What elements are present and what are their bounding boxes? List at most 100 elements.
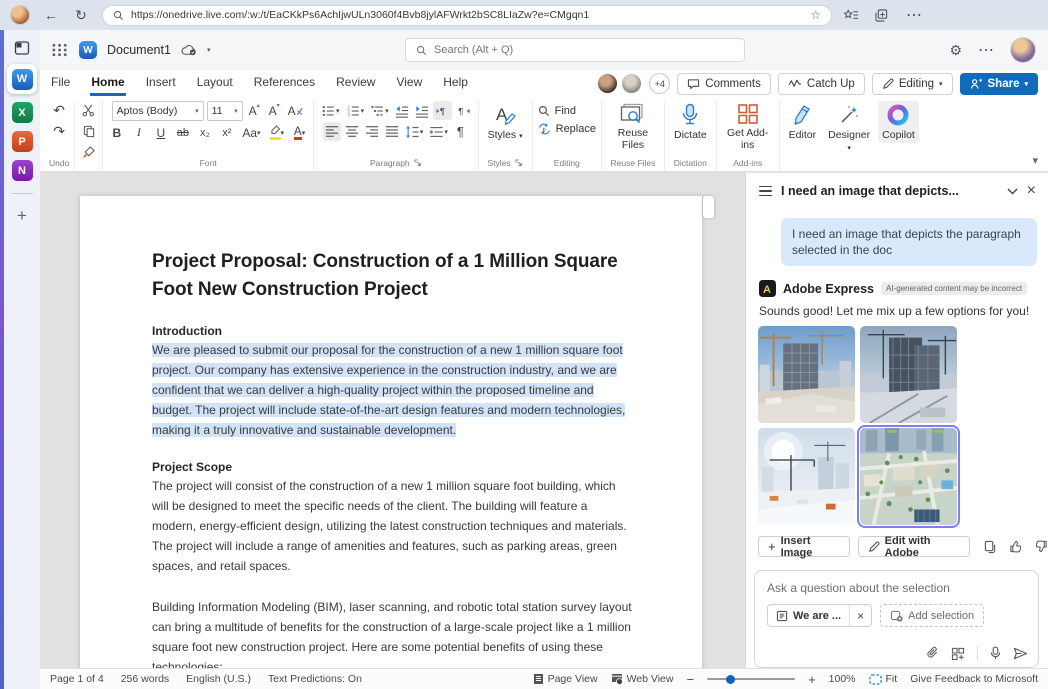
show-paragraph-marks-button[interactable]: ¶ xyxy=(452,122,469,141)
page-indicator[interactable]: Page 1 of 4 xyxy=(50,673,104,685)
collaborator-overflow-badge[interactable]: +4 xyxy=(649,73,670,94)
dialog-launcher-icon[interactable] xyxy=(414,159,422,167)
sidebar-item-powerpoint[interactable]: P xyxy=(12,131,33,152)
sidebar-toggle-icon[interactable] xyxy=(14,40,30,56)
rtl-paragraph-button[interactable]: ¶ xyxy=(454,101,473,120)
collapse-ribbon-icon[interactable]: ▾ xyxy=(1032,154,1038,167)
find-button[interactable]: Find xyxy=(538,105,576,117)
fit-button[interactable]: Fit xyxy=(869,673,898,685)
tab-file[interactable]: File xyxy=(50,71,71,96)
align-center-button[interactable] xyxy=(343,122,361,141)
underline-button[interactable]: U xyxy=(152,123,169,142)
change-case-button[interactable]: Aa▾ xyxy=(240,123,262,142)
browser-more-icon[interactable]: ⋯ xyxy=(906,5,922,25)
zoom-in-icon[interactable]: + xyxy=(808,672,816,687)
cloud-saved-icon[interactable] xyxy=(181,44,197,56)
remove-selection-icon[interactable]: × xyxy=(849,605,871,626)
zoom-slider[interactable] xyxy=(707,678,795,680)
sidebar-item-word[interactable]: W xyxy=(7,64,37,94)
hamburger-menu-icon[interactable] xyxy=(759,186,772,197)
comments-button[interactable]: Comments xyxy=(677,73,771,95)
edit-with-adobe-button[interactable]: Edit with Adobe xyxy=(858,536,970,557)
sidebar-item-onenote[interactable]: N xyxy=(12,160,33,181)
redo-button[interactable]: ↷ xyxy=(51,122,68,141)
align-left-button[interactable] xyxy=(323,122,341,141)
bullets-button[interactable]: ▾ xyxy=(319,101,342,120)
tab-view[interactable]: View xyxy=(395,71,423,96)
address-bar[interactable]: https://onedrive.live.com/:w:/t/EaCKkPs6… xyxy=(102,5,832,26)
thumbs-up-icon[interactable] xyxy=(1009,540,1022,553)
generated-image-4-selected[interactable] xyxy=(860,428,957,525)
replace-button[interactable]: b Replace xyxy=(538,123,596,135)
italic-button[interactable]: I xyxy=(130,123,147,142)
panel-collapse-chevron-icon[interactable] xyxy=(1007,188,1018,195)
refresh-icon[interactable]: ↻ xyxy=(72,7,90,24)
page-view-button[interactable]: Page View xyxy=(533,673,598,685)
tab-layout[interactable]: Layout xyxy=(196,71,234,96)
subscript-button[interactable]: x₂ xyxy=(196,123,213,142)
document-scrollbar-thumb[interactable] xyxy=(703,196,714,218)
header-more-icon[interactable]: ⋯ xyxy=(978,40,994,60)
align-right-button[interactable] xyxy=(363,122,381,141)
multilevel-list-button[interactable]: ▾ xyxy=(368,101,391,120)
numbering-button[interactable]: 123▾ xyxy=(344,101,367,120)
share-button[interactable]: Share ▾ xyxy=(960,73,1038,95)
chat-input[interactable]: Ask a question about the selection We ar… xyxy=(754,570,1039,668)
editing-mode-button[interactable]: Editing ▾ xyxy=(872,73,953,95)
language-indicator[interactable]: English (U.S.) xyxy=(186,673,251,685)
dictate-button[interactable]: Dictate xyxy=(670,101,711,143)
tab-insert[interactable]: Insert xyxy=(145,71,177,96)
clear-formatting-button[interactable]: A xyxy=(286,102,305,121)
cut-button[interactable] xyxy=(80,101,97,120)
mic-icon[interactable] xyxy=(990,646,1001,660)
add-selection-chip[interactable]: Add selection xyxy=(880,604,984,627)
font-size-combo[interactable]: 11▾ xyxy=(207,101,243,121)
justify-button[interactable] xyxy=(383,122,401,141)
collections-icon[interactable] xyxy=(875,9,890,22)
undo-button[interactable]: ↶ xyxy=(51,101,68,120)
favorites-bar-icon[interactable] xyxy=(844,9,859,22)
superscript-button[interactable]: x² xyxy=(218,123,235,142)
sidebar-add-icon[interactable]: + xyxy=(17,206,27,226)
dialog-launcher-icon[interactable] xyxy=(515,159,523,167)
decrease-indent-button[interactable] xyxy=(393,101,411,120)
collaborator-avatar[interactable] xyxy=(621,73,642,94)
send-icon[interactable] xyxy=(1013,647,1028,660)
strikethrough-button[interactable]: ab xyxy=(174,123,191,142)
generated-image-1[interactable] xyxy=(758,326,855,423)
generated-image-2[interactable] xyxy=(860,326,957,423)
styles-button[interactable]: A Styles ▾ xyxy=(484,101,527,143)
sidebar-item-excel[interactable]: X xyxy=(12,102,33,123)
zoom-out-icon[interactable]: − xyxy=(686,672,694,687)
font-name-combo[interactable]: Aptos (Body)▾ xyxy=(112,101,204,121)
thumbs-down-icon[interactable] xyxy=(1035,540,1048,553)
copy-response-icon[interactable] xyxy=(984,540,996,554)
attach-icon[interactable] xyxy=(926,646,939,660)
panel-close-icon[interactable]: × xyxy=(1027,182,1036,200)
back-icon[interactable]: ← xyxy=(42,7,60,23)
tab-review[interactable]: Review xyxy=(335,71,376,96)
bold-button[interactable]: B xyxy=(108,123,125,142)
font-color-button[interactable]: A▾ xyxy=(291,123,308,142)
selection-chip[interactable]: We are ... × xyxy=(767,604,872,627)
designer-button[interactable]: Designer▾ xyxy=(824,101,874,155)
increase-indent-button[interactable] xyxy=(413,101,431,120)
line-spacing-button[interactable]: ▾ xyxy=(403,122,426,141)
highlight-color-button[interactable]: ▾ xyxy=(268,123,287,142)
insert-image-button[interactable]: + Insert Image xyxy=(758,536,850,557)
settings-gear-icon[interactable]: ⚙ xyxy=(949,42,962,59)
tab-references[interactable]: References xyxy=(253,71,316,96)
ltr-paragraph-button[interactable]: ¶ xyxy=(433,101,452,120)
text-predictions-indicator[interactable]: Text Predictions: On xyxy=(268,673,362,685)
doc-title-caret-icon[interactable]: ▾ xyxy=(207,46,211,54)
paragraph-spacing-button[interactable]: ▾ xyxy=(427,122,450,141)
tab-home[interactable]: Home xyxy=(90,71,125,96)
web-view-button[interactable]: Web View xyxy=(611,673,674,685)
shrink-font-button[interactable]: A▾ xyxy=(266,102,283,121)
app-launcher-icon[interactable] xyxy=(52,43,69,57)
copy-button[interactable] xyxy=(80,122,97,141)
reuse-files-button[interactable]: Reuse Files xyxy=(607,101,659,153)
editor-button[interactable]: Editor xyxy=(785,101,820,143)
collaborator-avatar[interactable] xyxy=(597,73,618,94)
generated-image-3[interactable] xyxy=(758,428,855,525)
